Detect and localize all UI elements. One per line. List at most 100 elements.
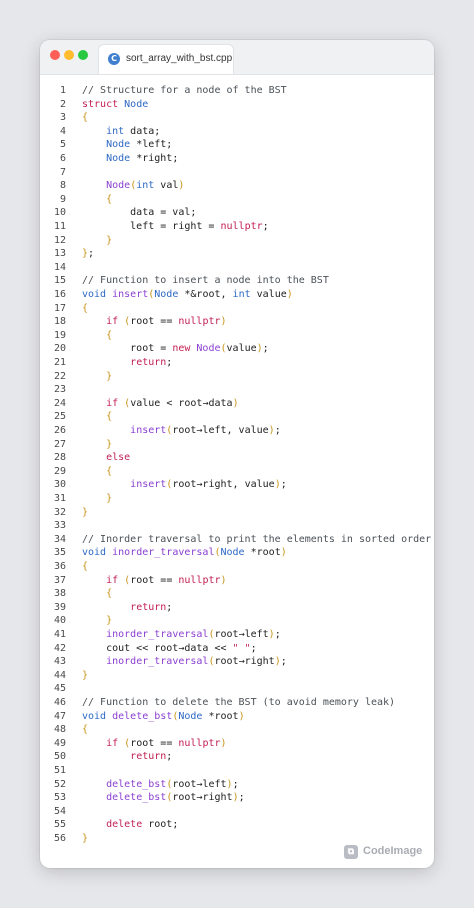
code-text: } xyxy=(82,832,88,846)
code-line: 26 insert(root→left, value); xyxy=(40,424,434,438)
code-token: ) xyxy=(178,180,185,192)
code-token: " " xyxy=(232,642,251,654)
code-text: { xyxy=(82,302,88,316)
code-line: 2 struct Node xyxy=(40,98,434,112)
line-number: 47 xyxy=(53,710,66,722)
line-number: 49 xyxy=(53,737,66,749)
line-number: 38 xyxy=(53,588,66,600)
code-token: value xyxy=(226,343,257,355)
code-text: // Inorder traversal to print the elemen… xyxy=(82,533,431,547)
code-token: if xyxy=(106,574,119,586)
code-token: cout << root→data << xyxy=(82,642,233,654)
code-line: 48 { xyxy=(40,723,434,737)
code-text: } xyxy=(82,506,88,520)
code-token: left = right = xyxy=(82,221,221,232)
code-text: cout << root→data << " "; xyxy=(82,642,257,656)
code-token: ; xyxy=(232,778,239,790)
code-text: }; xyxy=(82,247,94,261)
line-number: 56 xyxy=(53,833,66,844)
line-number: 16 xyxy=(53,289,66,300)
line-number: 9 xyxy=(59,193,66,205)
code-token: nullptr xyxy=(220,221,263,232)
code-text: if (root == nullptr) xyxy=(82,737,227,751)
code-token: delete_bst xyxy=(106,778,167,790)
code-token: int xyxy=(106,125,125,137)
code-line: 11 left = right = nullptr; xyxy=(40,220,434,234)
line-number: 18 xyxy=(53,316,66,328)
code-token: } xyxy=(106,234,113,246)
maximize-window-button[interactable] xyxy=(78,50,88,60)
code-line: 30 insert(root→right, value); xyxy=(40,478,434,492)
code-token: ) xyxy=(220,737,227,749)
line-number: 8 xyxy=(59,180,66,192)
line-number: 29 xyxy=(53,465,66,477)
code-token: *right; xyxy=(130,153,179,164)
code-token: ; xyxy=(166,601,173,613)
code-line: 8 Node(int val) xyxy=(40,179,434,193)
code-line: 16 void insert(Node *&root, int value) xyxy=(40,288,434,302)
line-number: 32 xyxy=(53,506,66,518)
line-number: 28 xyxy=(53,452,66,464)
code-token: Node xyxy=(220,547,245,559)
code-token: data = val; xyxy=(82,207,197,219)
code-line: 33 xyxy=(40,519,434,533)
file-tab[interactable]: C sort_array_with_bst.cpp xyxy=(98,44,234,74)
code-token: if xyxy=(106,397,119,409)
code-text: delete root; xyxy=(82,818,178,832)
code-token: { xyxy=(106,193,113,205)
line-number: 24 xyxy=(53,397,66,409)
code-token: ; xyxy=(166,751,173,763)
code-token: inorder_traversal xyxy=(112,547,215,559)
code-text: { xyxy=(82,587,112,601)
code-line: 15 // Function to insert a node into the … xyxy=(40,274,434,288)
code-text: if (root == nullptr) xyxy=(82,574,226,588)
code-editor: 1 // Structure for a node of the BST 2 stru… xyxy=(40,84,434,858)
code-token: *root xyxy=(202,710,239,722)
code-text: } xyxy=(82,370,112,384)
code-token: { xyxy=(82,561,89,572)
line-number: 17 xyxy=(53,302,66,314)
code-text: // Structure for a node of the BST xyxy=(82,84,287,98)
code-line: 44} xyxy=(40,669,434,683)
code-text: } xyxy=(82,234,112,248)
minimize-window-button[interactable] xyxy=(64,50,74,60)
line-number: 11 xyxy=(53,221,66,232)
title-bar: C sort_array_with_bst.cpp xyxy=(40,40,434,75)
code-line: 32} xyxy=(40,506,434,520)
code-line: 50 return; xyxy=(40,750,434,764)
code-token: if xyxy=(106,737,119,749)
code-token: ) xyxy=(232,397,239,409)
code-token: *left; xyxy=(130,139,173,151)
code-token: value < root→data xyxy=(130,397,233,409)
code-line: 1 // Structure for a node of the BST xyxy=(40,84,434,98)
code-token: ) xyxy=(238,710,245,722)
file-tab-label: sort_array_with_bst.cpp xyxy=(126,53,233,64)
code-text: } xyxy=(82,669,88,683)
line-number: 54 xyxy=(53,805,66,817)
code-line: 17 { xyxy=(40,302,434,316)
line-number: 48 xyxy=(53,724,66,736)
line-number: 21 xyxy=(53,357,66,368)
line-number: 35 xyxy=(53,547,66,559)
close-window-button[interactable] xyxy=(50,50,60,60)
code-line: 55 delete root; xyxy=(40,818,434,832)
code-text: { xyxy=(82,560,88,574)
code-token: return xyxy=(130,357,167,368)
line-number: 25 xyxy=(53,411,66,423)
code-token: else xyxy=(106,452,131,464)
code-token: root; xyxy=(142,819,179,831)
